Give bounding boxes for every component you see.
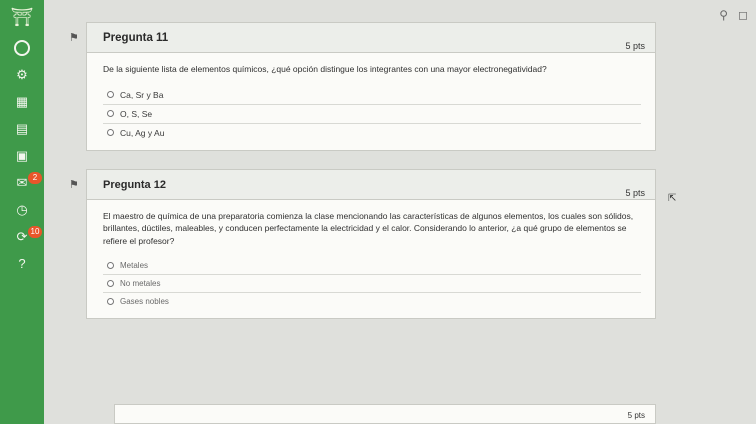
question-11: ⚑ Pregunta 11 5 pts De la siguiente list… xyxy=(69,22,656,151)
answer-label: O, S, Se xyxy=(120,108,153,119)
answer-label: Gases nobles xyxy=(120,297,169,306)
question-text: De la siguiente lista de elementos quími… xyxy=(103,64,547,74)
answer-label: No metales xyxy=(120,279,161,288)
global-navigation: ⛩ ⚙ ▦ ▤ ▣ ✉ 2 ◷ ⟳ 10 ? xyxy=(0,0,44,424)
answer-label: Ca, Sr y Ba xyxy=(120,89,164,100)
commons-icon[interactable]: ⟳ 10 xyxy=(0,223,44,250)
question-body: De la siguiente lista de elementos quími… xyxy=(87,53,655,150)
answer-option[interactable]: Gases nobles xyxy=(103,293,641,310)
inbox-icon[interactable]: ✉ 2 xyxy=(0,169,44,196)
radio-button[interactable] xyxy=(107,110,114,117)
question-text: El maestro de química de una preparatori… xyxy=(103,210,634,246)
speedgrader-icon[interactable]: ⚲ xyxy=(719,8,728,22)
answer-option[interactable]: Metales xyxy=(103,257,641,275)
flag-icon[interactable]: ⚑ xyxy=(69,31,79,44)
history-icon[interactable]: ◷ xyxy=(0,196,44,223)
answer-option[interactable]: O, S, Se xyxy=(103,105,641,124)
inbox-badge: 2 xyxy=(28,172,42,184)
question-body: El maestro de química de una preparatori… xyxy=(87,200,655,319)
question-points: 5 pts xyxy=(625,187,645,198)
commons-badge: 10 xyxy=(28,226,42,238)
next-question: 5 pts xyxy=(114,404,656,424)
institution-logo-icon[interactable]: ⛩ xyxy=(0,0,44,34)
dashboard-icon[interactable]: ▦ xyxy=(0,88,44,115)
help-icon[interactable]: ? xyxy=(0,250,44,277)
answer-option[interactable]: Cu, Ag y Au xyxy=(103,124,641,142)
window-icon[interactable]: ◻ xyxy=(738,8,748,22)
answer-option[interactable]: Ca, Sr y Ba xyxy=(103,86,641,105)
radio-button[interactable] xyxy=(107,280,114,287)
answer-option[interactable]: No metales xyxy=(103,275,641,293)
mouse-cursor-icon: ⇱ xyxy=(668,193,677,204)
question-points: 5 pts xyxy=(625,41,645,51)
question-header: ⚑ Pregunta 11 5 pts xyxy=(69,23,655,53)
radio-button[interactable] xyxy=(107,298,114,305)
top-tools: ⚲ ◻ xyxy=(719,8,748,22)
question-title: Pregunta 12 xyxy=(103,178,166,191)
admin-icon[interactable]: ⚙ xyxy=(0,61,44,88)
question-12: ⚑ Pregunta 12 5 pts El maestro de químic… xyxy=(69,168,656,319)
radio-button[interactable] xyxy=(107,91,114,98)
question-points: 5 pts xyxy=(627,411,645,420)
question-title: Pregunta 11 xyxy=(103,32,169,44)
question-header: ⚑ Pregunta 12 5 pts xyxy=(69,169,655,200)
flag-icon[interactable]: ⚑ xyxy=(69,178,79,191)
account-icon[interactable] xyxy=(0,34,44,61)
calendar-icon[interactable]: ▣ xyxy=(0,142,44,169)
radio-button[interactable] xyxy=(107,262,114,269)
radio-button[interactable] xyxy=(107,129,114,136)
courses-icon[interactable]: ▤ xyxy=(0,115,44,142)
quiz-content: ⚑ Pregunta 11 5 pts De la siguiente list… xyxy=(69,22,656,337)
answer-label: Metales xyxy=(120,261,149,270)
answer-label: Cu, Ag y Au xyxy=(120,127,165,138)
